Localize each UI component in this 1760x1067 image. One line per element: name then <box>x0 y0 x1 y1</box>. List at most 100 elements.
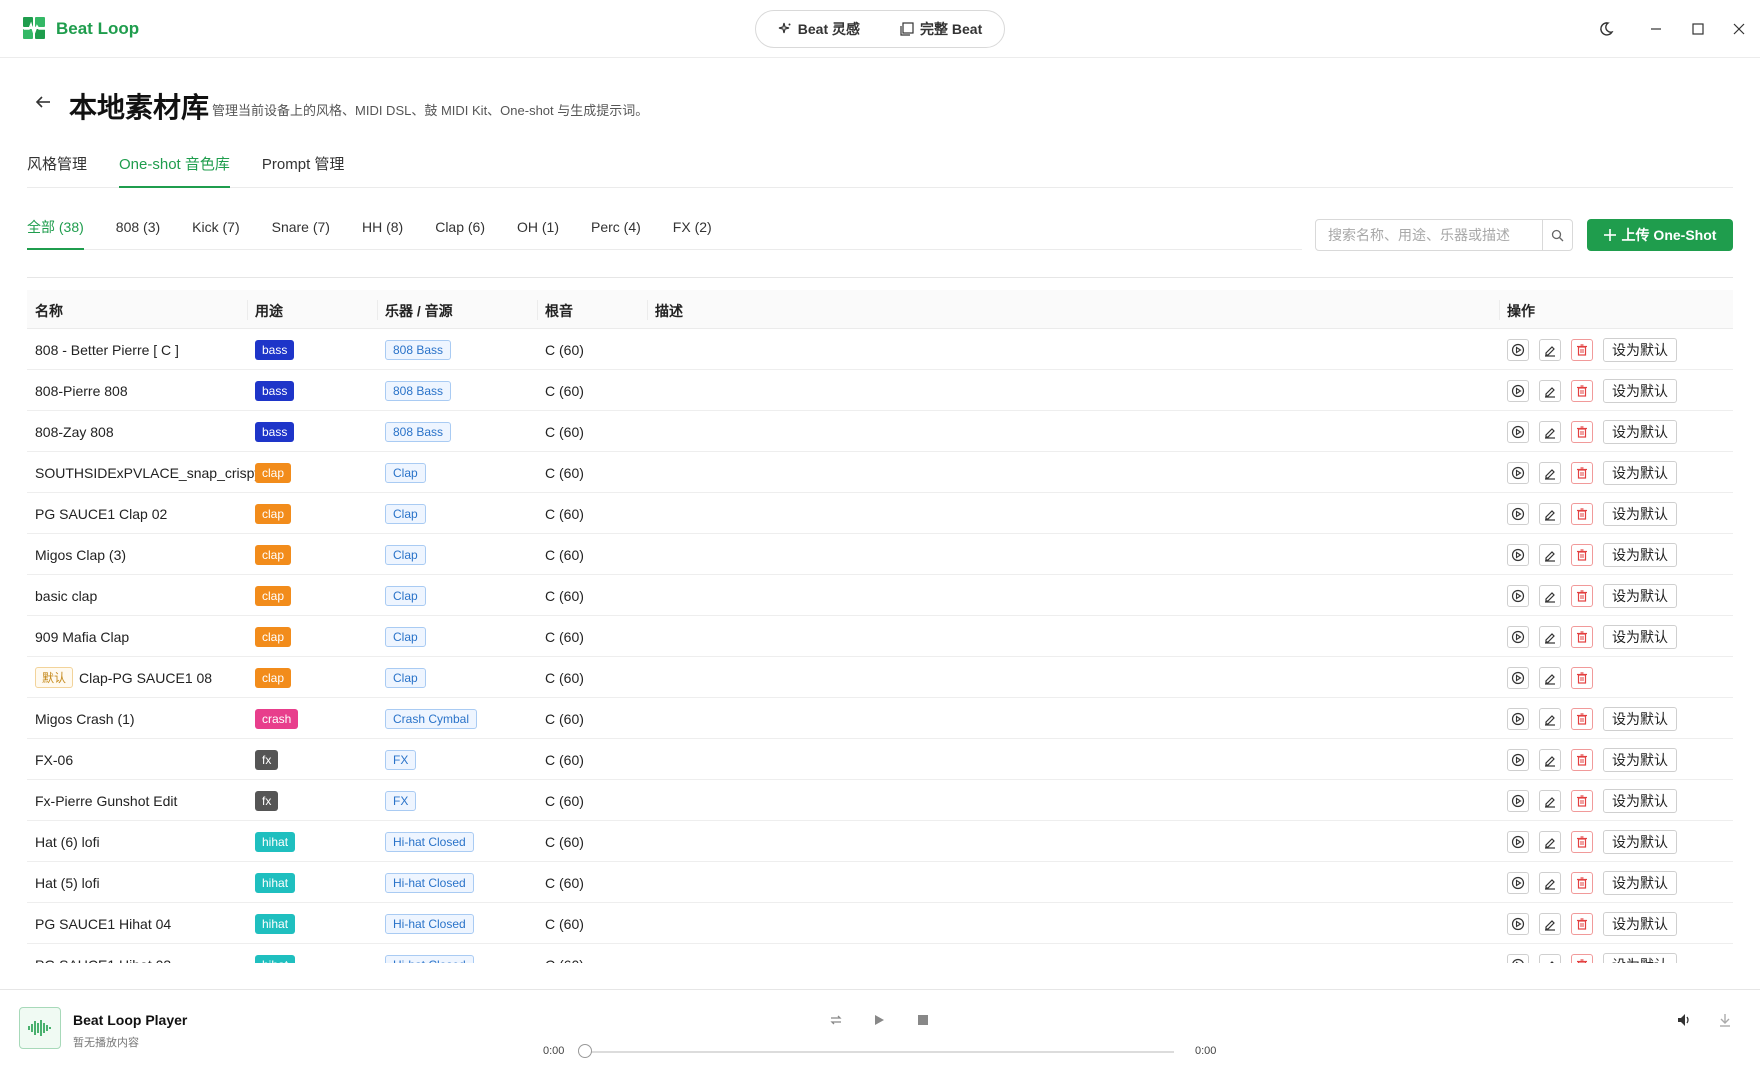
volume-button[interactable] <box>1672 1008 1696 1032</box>
set-default-button[interactable]: 设为默认 <box>1603 706 1677 731</box>
preview-button[interactable] <box>1507 543 1529 566</box>
preview-button[interactable] <box>1507 789 1529 812</box>
delete-button[interactable] <box>1571 625 1593 648</box>
delete-button[interactable] <box>1571 461 1593 484</box>
delete-button[interactable] <box>1571 912 1593 935</box>
edit-button[interactable] <box>1539 584 1561 607</box>
edit-button[interactable] <box>1539 871 1561 894</box>
preview-button[interactable] <box>1507 379 1529 402</box>
filter-tab[interactable]: Perc (4) <box>591 218 641 250</box>
mode-beat-inspiration[interactable]: Beat 灵感 <box>778 19 860 39</box>
filter-tab[interactable]: 全部 (38) <box>27 218 84 250</box>
filter-tab[interactable]: OH (1) <box>517 218 559 250</box>
preview-button[interactable] <box>1507 420 1529 443</box>
delete-button[interactable] <box>1571 953 1593 963</box>
play-button[interactable] <box>867 1008 891 1032</box>
set-default-button[interactable]: 设为默认 <box>1603 583 1677 608</box>
download-button[interactable] <box>1713 1008 1737 1032</box>
delete-button[interactable] <box>1571 502 1593 525</box>
set-default-button[interactable]: 设为默认 <box>1603 501 1677 526</box>
set-default-button[interactable]: 设为默认 <box>1603 542 1677 567</box>
preview-button[interactable] <box>1507 830 1529 853</box>
main-tab[interactable]: One-shot 音色库 <box>119 156 230 188</box>
delete-button[interactable] <box>1571 420 1593 443</box>
main-tab[interactable]: 风格管理 <box>27 156 87 188</box>
theme-toggle-button[interactable] <box>1594 17 1618 41</box>
stop-button[interactable] <box>911 1008 935 1032</box>
cell-name: PG SAUCE1 Clap 02 <box>35 493 167 534</box>
edit-button[interactable] <box>1539 338 1561 361</box>
edit-button[interactable] <box>1539 502 1561 525</box>
preview-button[interactable] <box>1507 502 1529 525</box>
edit-button[interactable] <box>1539 461 1561 484</box>
filter-tab[interactable]: Kick (7) <box>192 218 239 250</box>
cell-actions: 设为默认 <box>1507 575 1677 616</box>
delete-button[interactable] <box>1571 789 1593 812</box>
mode-full-beat[interactable]: 完整 Beat <box>900 19 982 39</box>
filter-tab[interactable]: Snare (7) <box>272 218 330 250</box>
edit-button[interactable] <box>1539 379 1561 402</box>
edit-button[interactable] <box>1539 420 1561 443</box>
cell-root: C (60) <box>545 669 584 686</box>
progress-knob[interactable] <box>578 1044 592 1058</box>
preview-button[interactable] <box>1507 707 1529 730</box>
set-default-button[interactable]: 设为默认 <box>1603 337 1677 362</box>
back-button[interactable] <box>34 92 56 114</box>
edit-button[interactable] <box>1539 789 1561 812</box>
progress-track[interactable] <box>584 1051 1174 1053</box>
set-default-button[interactable]: 设为默认 <box>1603 952 1677 963</box>
preview-button[interactable] <box>1507 748 1529 771</box>
delete-button[interactable] <box>1571 666 1593 689</box>
preview-button[interactable] <box>1507 666 1529 689</box>
edit-button[interactable] <box>1539 830 1561 853</box>
set-default-button[interactable]: 设为默认 <box>1603 788 1677 813</box>
upload-oneshot-button[interactable]: 上传 One-Shot <box>1587 219 1733 251</box>
delete-button[interactable] <box>1571 584 1593 607</box>
preview-button[interactable] <box>1507 912 1529 935</box>
upload-label: 上传 One-Shot <box>1621 227 1717 243</box>
set-default-button[interactable]: 设为默认 <box>1603 419 1677 444</box>
edit-button[interactable] <box>1539 953 1561 963</box>
preview-button[interactable] <box>1507 953 1529 963</box>
delete-button[interactable] <box>1571 871 1593 894</box>
edit-button[interactable] <box>1539 543 1561 566</box>
search-input[interactable] <box>1316 220 1542 250</box>
close-button[interactable] <box>1727 17 1751 41</box>
edit-button[interactable] <box>1539 666 1561 689</box>
edit-button[interactable] <box>1539 748 1561 771</box>
preview-button[interactable] <box>1507 584 1529 607</box>
set-default-button[interactable]: 设为默认 <box>1603 870 1677 895</box>
minimize-button[interactable] <box>1644 17 1668 41</box>
set-default-button[interactable]: 设为默认 <box>1603 911 1677 936</box>
delete-button[interactable] <box>1571 379 1593 402</box>
delete-button[interactable] <box>1571 543 1593 566</box>
play-circle-icon <box>1511 630 1525 643</box>
preview-button[interactable] <box>1507 461 1529 484</box>
delete-button[interactable] <box>1571 748 1593 771</box>
set-default-button[interactable]: 设为默认 <box>1603 460 1677 485</box>
set-default-button[interactable]: 设为默认 <box>1603 378 1677 403</box>
set-default-button[interactable]: 设为默认 <box>1603 747 1677 772</box>
instrument-badge: 808 Bass <box>385 380 452 401</box>
preview-button[interactable] <box>1507 625 1529 648</box>
filter-tab[interactable]: Clap (6) <box>435 218 485 250</box>
delete-button[interactable] <box>1571 338 1593 361</box>
cell-name: 808 - Better Pierre [ C ] <box>35 329 179 370</box>
filter-tab[interactable]: HH (8) <box>362 218 403 250</box>
delete-button[interactable] <box>1571 707 1593 730</box>
edit-button[interactable] <box>1539 912 1561 935</box>
edit-button[interactable] <box>1539 625 1561 648</box>
delete-button[interactable] <box>1571 830 1593 853</box>
cell-actions: 设为默认 <box>1507 329 1677 370</box>
search-button[interactable] <box>1542 220 1572 250</box>
maximize-button[interactable] <box>1686 17 1710 41</box>
preview-button[interactable] <box>1507 871 1529 894</box>
loop-button[interactable] <box>824 1008 848 1032</box>
filter-tab[interactable]: 808 (3) <box>116 218 160 250</box>
set-default-button[interactable]: 设为默认 <box>1603 624 1677 649</box>
main-tab[interactable]: Prompt 管理 <box>262 156 345 188</box>
preview-button[interactable] <box>1507 338 1529 361</box>
filter-tab[interactable]: FX (2) <box>673 218 712 250</box>
edit-button[interactable] <box>1539 707 1561 730</box>
set-default-button[interactable]: 设为默认 <box>1603 829 1677 854</box>
